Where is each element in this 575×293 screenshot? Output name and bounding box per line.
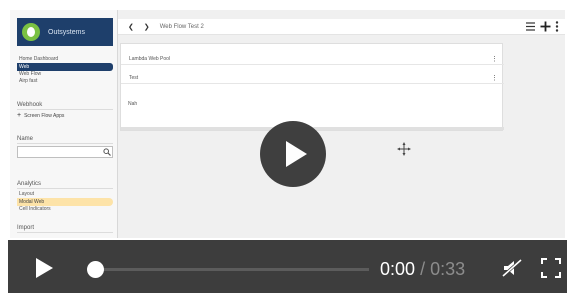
add-icon: + — [17, 112, 22, 119]
list-icon[interactable] — [525, 21, 536, 35]
logo-text: Outsystems — [48, 28, 85, 36]
cursor-crosshair-icon — [397, 142, 411, 156]
time-display: 0:00 / 0:33 — [380, 259, 465, 280]
search-input[interactable] — [17, 146, 113, 158]
logo-icon — [22, 23, 40, 41]
progress-handle[interactable] — [87, 261, 104, 278]
big-play-button[interactable] — [260, 121, 326, 187]
panel-row-lambda[interactable]: Lambda Web Pool ⋮ — [121, 54, 504, 65]
nav-list: Home Dashboard Web Web Flow Airp fast — [17, 56, 113, 85]
content-panel: Lambda Web Pool ⋮ Test ⋮ Nah — [120, 43, 504, 131]
duration: 0:33 — [430, 259, 466, 279]
import-section: Import — [17, 224, 113, 235]
panel-row-test[interactable]: Test ⋮ — [121, 73, 504, 84]
nav-item-airp[interactable]: Airp fast — [17, 78, 113, 85]
add-icon[interactable] — [540, 21, 551, 35]
video-controls: 0:00 / 0:33 — [8, 240, 567, 293]
webhook-section-title: Webhook — [17, 101, 113, 110]
more-icon[interactable] — [555, 21, 559, 35]
top-bar: ❮ ❯ Web Flow Test 2 — [118, 19, 565, 35]
nav-item-home[interactable]: Home Dashboard — [17, 56, 113, 63]
search-section: Name — [17, 135, 113, 158]
play-icon[interactable] — [34, 258, 54, 278]
page-title: Web Flow Test 2 — [159, 23, 204, 30]
import-section-title: Import — [17, 224, 113, 233]
sidebar: Outsystems Home Dashboard Web Web Flow A… — [10, 10, 118, 238]
more-icon[interactable]: ⋮ — [491, 74, 498, 82]
add-webhook-link[interactable]: + Screen Flow Apps — [17, 112, 113, 120]
nav-item-web-flow[interactable]: Web Flow — [17, 71, 113, 78]
analytics-item-cell-indicators[interactable]: Cell Indicators — [17, 206, 113, 213]
current-time: 0:00 — [380, 259, 416, 279]
add-webhook-label: Screen Flow Apps — [24, 113, 65, 119]
time-separator: / — [420, 259, 426, 279]
panel-body-text: Nah — [128, 101, 138, 107]
more-icon[interactable]: ⋮ — [491, 55, 498, 63]
analytics-item-modal-web[interactable]: Modal Web — [17, 198, 113, 206]
search-section-title: Name — [17, 135, 113, 144]
app-logo[interactable]: Outsystems — [17, 18, 113, 46]
back-forward-arrows[interactable]: ❮ ❯ — [128, 23, 154, 31]
nav-item-web[interactable]: Web — [17, 63, 113, 71]
analytics-item-layout[interactable]: Layout — [17, 191, 113, 198]
panel-row-label: Test — [129, 75, 139, 81]
webhook-section: Webhook + Screen Flow Apps — [17, 101, 113, 120]
fullscreen-icon[interactable] — [541, 258, 561, 278]
muted-speaker-icon[interactable] — [501, 258, 525, 278]
play-icon — [286, 141, 307, 167]
top-actions — [525, 21, 559, 35]
analytics-section: Analytics Layout Modal Web Cell Indicato… — [17, 180, 113, 213]
panel-row-label: Lambda Web Pool — [129, 56, 171, 62]
search-icon[interactable] — [102, 147, 112, 157]
analytics-section-title: Analytics — [17, 180, 113, 189]
progress-bar[interactable] — [92, 268, 369, 271]
